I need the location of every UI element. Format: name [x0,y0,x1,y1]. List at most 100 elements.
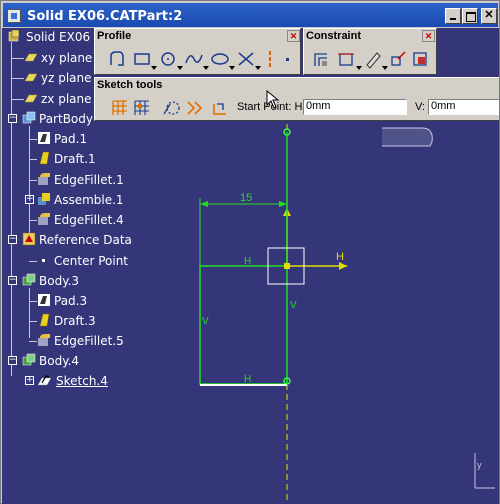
line-button[interactable] [235,48,257,70]
assemble-icon [38,193,50,205]
tree-item-label: Draft.1 [54,152,96,166]
partbody-icon [22,111,36,124]
part-icon [8,29,20,42]
tree-item-label: Body.4 [39,354,80,368]
mouse-cursor-icon [266,90,280,109]
tree-item-label: EdgeFillet.5 [54,334,124,348]
h-axis-label: H [336,251,344,263]
tree-item-label: Body.3 [39,274,80,288]
plane-icon [24,53,38,62]
collapse-toggle[interactable]: − [8,114,17,123]
window-title: Solid EX06.CATPart:2 [27,9,183,24]
construction-element-button[interactable] [161,97,183,119]
profile-toolbar: Profile ✕ [94,28,301,75]
constraint-toolbar: Constraint ✕ [303,28,437,75]
tree-item-label: Pad.1 [54,132,88,146]
constraint-button[interactable] [336,48,358,70]
pad-icon [38,132,50,144]
tree-item-label: EdgeFillet.4 [54,213,124,227]
rectangle-button[interactable] [131,48,153,70]
tree-item-label: Reference Data [39,233,132,247]
tree-item-label: Draft.3 [54,314,96,328]
draft-icon [39,151,50,165]
collapse-toggle[interactable]: − [8,235,17,244]
construction-element-icon [163,101,180,115]
constraint-icon [338,53,354,66]
horizontal-constraint-bottom: H [244,374,251,385]
body-icon [22,353,36,366]
constraint-toolbar-close[interactable]: ✕ [422,30,435,42]
close-button[interactable]: ✕ [481,8,497,24]
maximize-button[interactable] [462,8,478,24]
catia-window: Solid EX06.CATPart:2 ✕ H 15 H H V V Soli… [0,0,500,504]
origin-point [284,263,290,269]
tree-item-label: Sketch.4 [56,374,108,388]
rectangle-icon [134,53,150,65]
vertical-constraint-right: V [290,300,297,311]
tree-item-label: Assemble.1 [54,193,124,207]
axis-compass-icon: y [474,453,495,489]
constraint-dialog-button[interactable] [310,48,332,70]
edgefillet-icon [38,213,50,225]
tree-item-label: EdgeFillet.1 [54,173,124,187]
grid-button[interactable] [109,97,131,119]
ellipse-button[interactable] [209,48,231,70]
vertical-constraint-left: V [202,316,209,327]
reference-data-icon [22,232,36,246]
expand-toggle[interactable]: + [25,195,34,204]
sketch-tools-title: Sketch tools [97,79,163,93]
point-icon [286,58,289,61]
edgefillet-icon [38,334,50,346]
snap-to-point-icon [134,100,149,115]
profile-icon [110,51,124,66]
dimension-value: 15 [240,192,252,204]
tree-item-label: xy plane [41,51,93,65]
circle-button[interactable] [157,48,179,70]
geometric-constraints-icon [187,101,203,115]
tree-item-label: zx plane [41,92,92,106]
collapse-toggle[interactable]: − [8,356,17,365]
spline-icon [185,54,203,64]
pad-icon [38,294,50,306]
collapse-toggle[interactable]: − [8,276,17,285]
dimensional-constraints-button[interactable] [209,97,231,119]
body-icon [22,273,36,286]
constraint-dialog-icon [314,53,327,66]
profile-button[interactable] [107,48,129,70]
tree-item-label: Pad.3 [54,294,88,308]
contact-constraint-button[interactable] [362,48,384,70]
point-button[interactable] [277,48,299,70]
part-document-icon [7,9,21,23]
minimize-button[interactable] [445,8,461,24]
animate-constraint-button[interactable] [410,48,432,70]
snap-to-point-button[interactable] [131,97,153,119]
start-point-h-field[interactable]: 0mm [303,99,407,115]
expand-toggle[interactable]: + [25,376,34,385]
geometric-constraints-button[interactable] [185,97,207,119]
geometry-area[interactable]: H 15 H H V V Solid EX06 xy plane yz plan… [2,28,499,504]
point-icon [42,259,45,262]
plane-icon [24,73,38,82]
profile-toolbar-title: Profile [97,30,132,44]
edgefillet-icon [38,173,50,185]
grid-icon [112,100,127,115]
title-bar[interactable]: Solid EX06.CATPart:2 ✕ [2,2,499,28]
profile-toolbar-close[interactable]: ✕ [287,30,300,42]
spline-button[interactable] [183,48,205,70]
start-point-v-field[interactable]: 0mm [428,99,499,115]
tree-root-label: Solid EX06 [26,30,91,44]
animate-constraint-icon [413,52,427,66]
sketch-icon [37,375,51,386]
fix-together-button[interactable] [388,48,410,70]
sketch-tools-toolbar: Sketch tools Start Point: H: 0mm V: 0mm [94,77,499,121]
ellipse-icon [211,53,229,65]
h-axis-arrow [339,262,347,270]
dimensional-constraints-icon [213,103,226,115]
contact-constraint-icon [366,52,381,69]
tree-item-label: Center Point [54,254,128,268]
v-label: V: [415,101,425,113]
horizontal-constraint-top: H [244,256,251,267]
circle-icon [161,52,175,66]
tree-item-label: yz plane [41,71,92,85]
svg-text:y: y [477,460,482,470]
